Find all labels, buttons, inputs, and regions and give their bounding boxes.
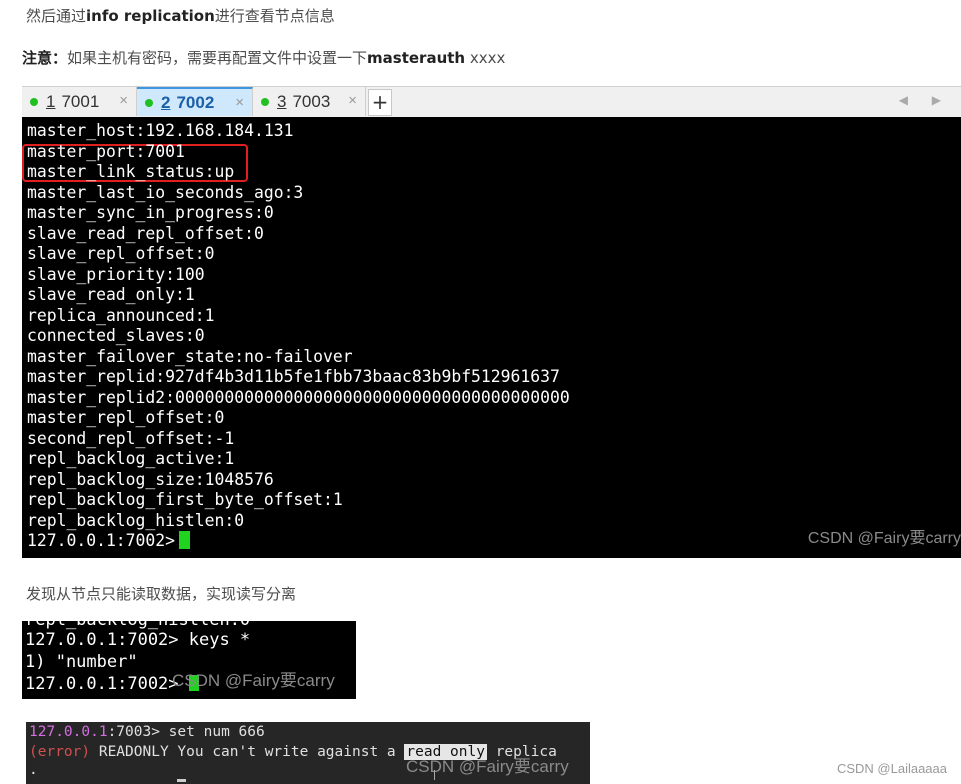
terminal-ip: 127.0.0.1	[29, 724, 108, 740]
close-icon[interactable]: ×	[235, 94, 244, 111]
note-label: 注意：	[22, 49, 68, 67]
tab-scroll-arrows-icon[interactable]: ◀ ▶	[899, 93, 951, 107]
error-text: READONLY You can't write against a	[90, 744, 405, 760]
terminal-line: .	[29, 762, 38, 778]
intro-pre: 然后通过	[26, 7, 87, 25]
terminal-prompt: 127.0.0.1:7002>	[27, 531, 176, 550]
tab-7001[interactable]: 1 7001 ×	[22, 87, 137, 116]
status-dot-icon	[145, 98, 153, 107]
terminal-line: repl_backlog_histlen:0	[27, 510, 245, 530]
terminal-line: repl_backlog_active:1	[27, 449, 235, 468]
status-dot-icon	[30, 97, 38, 106]
terminal-line: master_repl_offset:0	[27, 408, 225, 427]
terminal-line: master_replid:927df4b3d11b5fe1fbb73baac8…	[27, 367, 560, 386]
terminal-line: 127.0.0.1:7002> keys *	[25, 630, 251, 650]
tab-label: 7002	[176, 92, 215, 112]
note-text: 注意：如果主机有密码，需要再配置文件中设置一下masterauth xxxx	[22, 47, 505, 68]
terminal-line: slave_read_repl_offset:0	[27, 223, 264, 243]
terminal-prompt-line: 127.0.0.1:7002>	[27, 531, 191, 551]
tab-7003[interactable]: 3 7003 ×	[253, 87, 366, 116]
watermark: CSDN @Fairy要carry	[406, 757, 569, 776]
close-icon[interactable]: ×	[348, 92, 357, 109]
terminal-line: master_replid2:0000000000000000000000000…	[27, 387, 570, 407]
terminal-line: 127.0.0.1:7003> set num 666	[29, 722, 265, 742]
terminal-line: master_last_io_seconds_ago:3	[27, 182, 304, 202]
cursor-block	[179, 531, 191, 549]
terminal-line: repl_backlog_size:1048576	[27, 469, 274, 489]
intro-command: info replication	[86, 7, 215, 25]
terminal-line: slave_read_only:1	[27, 285, 195, 304]
terminal-keys-output: repl_backlog_histlen:0 127.0.0.1:7002> k…	[22, 621, 356, 699]
note-key: masterauth	[367, 49, 466, 67]
cursor-underline	[177, 779, 186, 782]
tab-7002[interactable]: 2 7002 ×	[137, 87, 253, 116]
note-value: xxxx	[465, 49, 506, 67]
tab-number: 1	[46, 91, 56, 111]
terminal-output[interactable]: master_host:192.168.184.131 master_port:…	[22, 117, 961, 558]
tab-number: 3	[277, 91, 287, 111]
terminal-line: slave_repl_offset:0	[27, 244, 215, 263]
terminal-tab-bar: 1 7001 × 2 7002 × 3 7003 × + ◀ ▶	[22, 86, 961, 118]
tab-number: 2	[161, 92, 171, 112]
terminal-prompt: 127.0.0.1:7002>	[25, 674, 179, 694]
close-icon[interactable]: ×	[119, 92, 128, 109]
tab-label: 7003	[292, 91, 331, 111]
terminal-line: master_sync_in_progress:0	[27, 203, 274, 222]
text-cursor-icon	[434, 770, 435, 780]
note-body: 如果主机有密码，需要再配置文件中设置一下	[67, 49, 368, 67]
terminal-command: :7003> set num 666	[107, 724, 265, 740]
after-text: 发现从节点只能读取数据，实现读写分离	[26, 585, 297, 603]
terminal-line: repl_backlog_first_byte_offset:1	[27, 490, 343, 509]
status-dot-icon	[261, 97, 269, 106]
page-watermark: CSDN @Lailaaaaa	[836, 761, 947, 776]
watermark: CSDN @Fairy要carry	[807, 530, 961, 547]
terminal-line: replica_announced:1	[27, 305, 215, 325]
intro-post: 进行查看节点信息	[214, 7, 335, 25]
terminal-error-output: 127.0.0.1:7003> set num 666 (error) READ…	[26, 722, 590, 784]
terminal-line: master_link_status:up	[27, 162, 235, 181]
terminal-line: master_host:192.168.184.131	[27, 121, 294, 140]
add-tab-button[interactable]: +	[368, 89, 392, 116]
watermark: CSDN @Fairy要carry	[172, 671, 335, 690]
terminal-line: master_failover_state:no-failover	[27, 346, 353, 366]
terminal-line: connected_slaves:0	[27, 326, 205, 345]
terminal-line: master_port:7001	[27, 141, 185, 161]
terminal-line: second_repl_offset:-1	[27, 428, 235, 448]
terminal-line: slave_priority:100	[27, 264, 205, 284]
tab-label: 7001	[61, 91, 100, 111]
intro-text: 然后通过info replication进行查看节点信息	[26, 5, 335, 26]
terminal-line: 1) "number"	[25, 652, 138, 672]
error-label: (error)	[29, 744, 91, 760]
